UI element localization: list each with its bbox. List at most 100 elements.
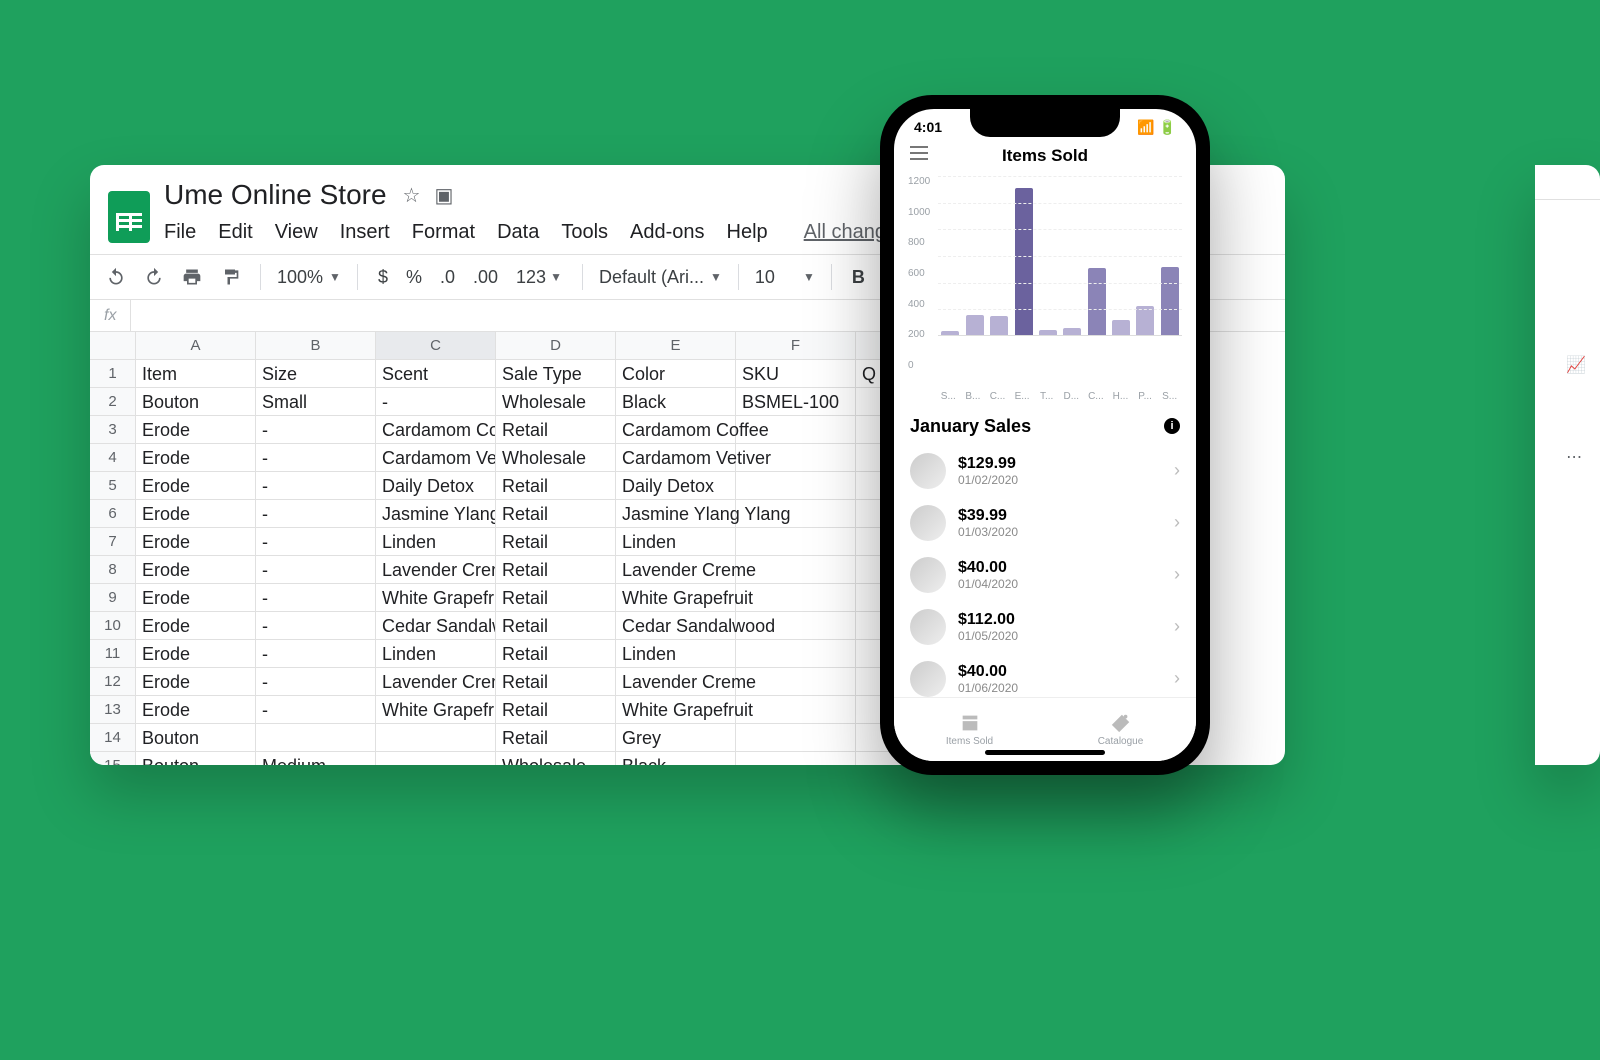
cell-F4[interactable] [736,444,856,472]
font-size-select[interactable]: 10▼ [755,267,815,288]
cell-C2[interactable]: - [376,388,496,416]
info-icon[interactable]: i [1164,418,1180,434]
cell-A15[interactable]: Bouton [136,752,256,765]
row-header-13[interactable]: 13 [90,696,136,724]
cell-C7[interactable]: Linden [376,528,496,556]
cell-F2[interactable]: BSMEL-100 [736,388,856,416]
sale-row-1[interactable]: $39.99 01/03/2020 › [894,497,1196,549]
column-header-F[interactable]: F [736,332,856,360]
menu-data[interactable]: Data [497,221,539,244]
row-header-15[interactable]: 15 [90,752,136,765]
cell-D7[interactable]: Retail [496,528,616,556]
row-header-11[interactable]: 11 [90,640,136,668]
cell-E5[interactable]: Daily Detox [616,472,736,500]
cell-F10[interactable] [736,612,856,640]
cell-D6[interactable]: Retail [496,500,616,528]
cell-C5[interactable]: Daily Detox [376,472,496,500]
cell-F12[interactable] [736,668,856,696]
cell-A12[interactable]: Erode [136,668,256,696]
cell-F15[interactable] [736,752,856,765]
cell-E12[interactable]: Lavender Creme [616,668,736,696]
row-header-10[interactable]: 10 [90,612,136,640]
cell-A9[interactable]: Erode [136,584,256,612]
cell-A7[interactable]: Erode [136,528,256,556]
row-header-14[interactable]: 14 [90,724,136,752]
menu-insert[interactable]: Insert [340,221,390,244]
more-formats-button[interactable]: 123 ▼ [512,265,566,290]
cell-C14[interactable] [376,724,496,752]
cell-B7[interactable]: - [256,528,376,556]
cell-F11[interactable] [736,640,856,668]
cell-B2[interactable]: Small [256,388,376,416]
cell-A2[interactable]: Bouton [136,388,256,416]
cell-B3[interactable]: - [256,416,376,444]
cell-F7[interactable] [736,528,856,556]
menu-file[interactable]: File [164,221,196,244]
cell-E8[interactable]: Lavender Creme [616,556,736,584]
paint-format-button[interactable] [216,265,244,289]
cell-B11[interactable]: - [256,640,376,668]
hamburger-icon[interactable] [910,146,928,160]
cell-F13[interactable] [736,696,856,724]
row-header-1[interactable]: 1 [90,360,136,388]
cell-E14[interactable]: Grey [616,724,736,752]
cell-D11[interactable]: Retail [496,640,616,668]
cell-F5[interactable] [736,472,856,500]
print-button[interactable] [178,265,206,289]
format-percent-button[interactable]: % [402,265,426,290]
cell-D1[interactable]: Sale Type [496,360,616,388]
cell-B9[interactable]: - [256,584,376,612]
cell-B14[interactable] [256,724,376,752]
row-header-8[interactable]: 8 [90,556,136,584]
cell-B10[interactable]: - [256,612,376,640]
zoom-select[interactable]: 100%▼ [277,267,341,288]
cell-A13[interactable]: Erode [136,696,256,724]
column-header-D[interactable]: D [496,332,616,360]
cell-B12[interactable]: - [256,668,376,696]
cell-A5[interactable]: Erode [136,472,256,500]
cell-F6[interactable] [736,500,856,528]
cell-E4[interactable]: Cardamom Vetiver [616,444,736,472]
row-header-12[interactable]: 12 [90,668,136,696]
cell-C1[interactable]: Scent [376,360,496,388]
row-header-4[interactable]: 4 [90,444,136,472]
cell-C13[interactable]: White Grapefruit [376,696,496,724]
cell-B15[interactable]: Medium [256,752,376,765]
more-vert-icon[interactable]: ⋯ [1566,447,1586,467]
cell-B8[interactable]: - [256,556,376,584]
cell-F8[interactable] [736,556,856,584]
move-to-folder-icon[interactable]: ▣ [434,183,453,208]
cell-D2[interactable]: Wholesale [496,388,616,416]
cell-E3[interactable]: Cardamom Coffee [616,416,736,444]
cell-A4[interactable]: Erode [136,444,256,472]
cell-D15[interactable]: Wholesale [496,752,616,765]
menu-help[interactable]: Help [727,221,768,244]
row-header-2[interactable]: 2 [90,388,136,416]
cell-F3[interactable] [736,416,856,444]
column-header-C[interactable]: C [376,332,496,360]
cell-B4[interactable]: - [256,444,376,472]
redo-button[interactable] [140,265,168,289]
cell-B6[interactable]: - [256,500,376,528]
cell-D8[interactable]: Retail [496,556,616,584]
star-icon[interactable]: ☆ [403,183,421,208]
column-header-A[interactable]: A [136,332,256,360]
cell-F1[interactable]: SKU [736,360,856,388]
cell-D10[interactable]: Retail [496,612,616,640]
menu-tools[interactable]: Tools [561,221,608,244]
cell-C6[interactable]: Jasmine Ylang Y [376,500,496,528]
row-header-7[interactable]: 7 [90,528,136,556]
cell-C8[interactable]: Lavender Creme [376,556,496,584]
cell-D3[interactable]: Retail [496,416,616,444]
cell-A3[interactable]: Erode [136,416,256,444]
undo-button[interactable] [102,265,130,289]
row-header-5[interactable]: 5 [90,472,136,500]
cell-E1[interactable]: Color [616,360,736,388]
column-header-E[interactable]: E [616,332,736,360]
sale-row-3[interactable]: $112.00 01/05/2020 › [894,601,1196,653]
cell-C9[interactable]: White Grapefruit [376,584,496,612]
cell-A14[interactable]: Bouton [136,724,256,752]
cell-F9[interactable] [736,584,856,612]
row-header-3[interactable]: 3 [90,416,136,444]
menu-edit[interactable]: Edit [218,221,252,244]
